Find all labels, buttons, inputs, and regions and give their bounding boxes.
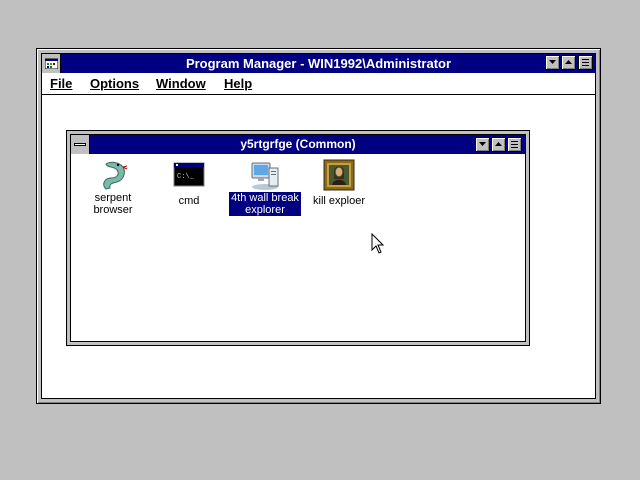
- menu-file[interactable]: File: [50, 76, 72, 91]
- program-icon-label: serpent browser: [93, 192, 133, 216]
- program-icon-kill-exploer[interactable]: kill exploer: [301, 159, 377, 209]
- menu-window[interactable]: Window: [156, 76, 206, 91]
- program-group-client: y5rtgrfge (Common) serpent browser C:\_ …: [70, 134, 526, 342]
- menu-help[interactable]: Help: [224, 76, 252, 91]
- system-menu-button[interactable]: [42, 54, 61, 73]
- minimize-arrow-icon: [479, 142, 486, 146]
- group-restore-button[interactable]: [507, 137, 522, 152]
- group-maximize-button[interactable]: [491, 137, 506, 152]
- maximize-arrow-icon: [565, 60, 572, 64]
- program-group-title: y5rtgrfge (Common): [240, 137, 356, 151]
- command-prompt-icon: C:\_: [173, 162, 205, 187]
- program-icon-serpent-browser[interactable]: serpent browser: [75, 159, 151, 218]
- program-icon-4th-wall-break-explorer[interactable]: 4th wall break explorer: [227, 159, 303, 218]
- restore-icon: [582, 59, 589, 66]
- maximize-arrow-icon: [495, 142, 502, 146]
- program-manager-titlebar[interactable]: Program Manager - WIN1992\Administrator: [42, 54, 595, 73]
- computer-icon: [251, 162, 279, 190]
- menu-bar: File Options Window Help: [42, 73, 595, 95]
- group-system-menu-button[interactable]: [71, 135, 90, 154]
- pm-minimize-button[interactable]: [545, 55, 560, 70]
- program-group-titlebar[interactable]: y5rtgrfge (Common): [71, 135, 525, 154]
- program-manager-title: Program Manager - WIN1992\Administrator: [185, 56, 452, 71]
- program-group-icon-area: serpent browser C:\_ cmd 4th wall break …: [71, 155, 525, 341]
- program-icon-cmd[interactable]: C:\_ cmd: [151, 159, 227, 209]
- svg-text:C:\_: C:\_: [177, 173, 195, 181]
- restore-icon: [511, 141, 518, 148]
- minimize-arrow-icon: [549, 60, 556, 64]
- program-icon-label: kill exploer: [313, 195, 365, 207]
- framed-portrait-icon: [323, 159, 355, 191]
- group-minimize-button[interactable]: [475, 137, 490, 152]
- program-manager-icon: [45, 58, 58, 69]
- pm-restore-button[interactable]: [578, 55, 593, 70]
- program-icon-label: cmd: [178, 195, 200, 207]
- mouse-pointer-icon: [371, 233, 385, 254]
- program-icon-label: 4th wall break explorer: [229, 192, 301, 216]
- pm-maximize-button[interactable]: [561, 55, 576, 70]
- menu-options[interactable]: Options: [90, 76, 139, 91]
- system-menu-bar-icon: [74, 143, 86, 146]
- serpent-icon: [103, 161, 128, 190]
- program-group-window: y5rtgrfge (Common) serpent browser C:\_ …: [66, 130, 530, 346]
